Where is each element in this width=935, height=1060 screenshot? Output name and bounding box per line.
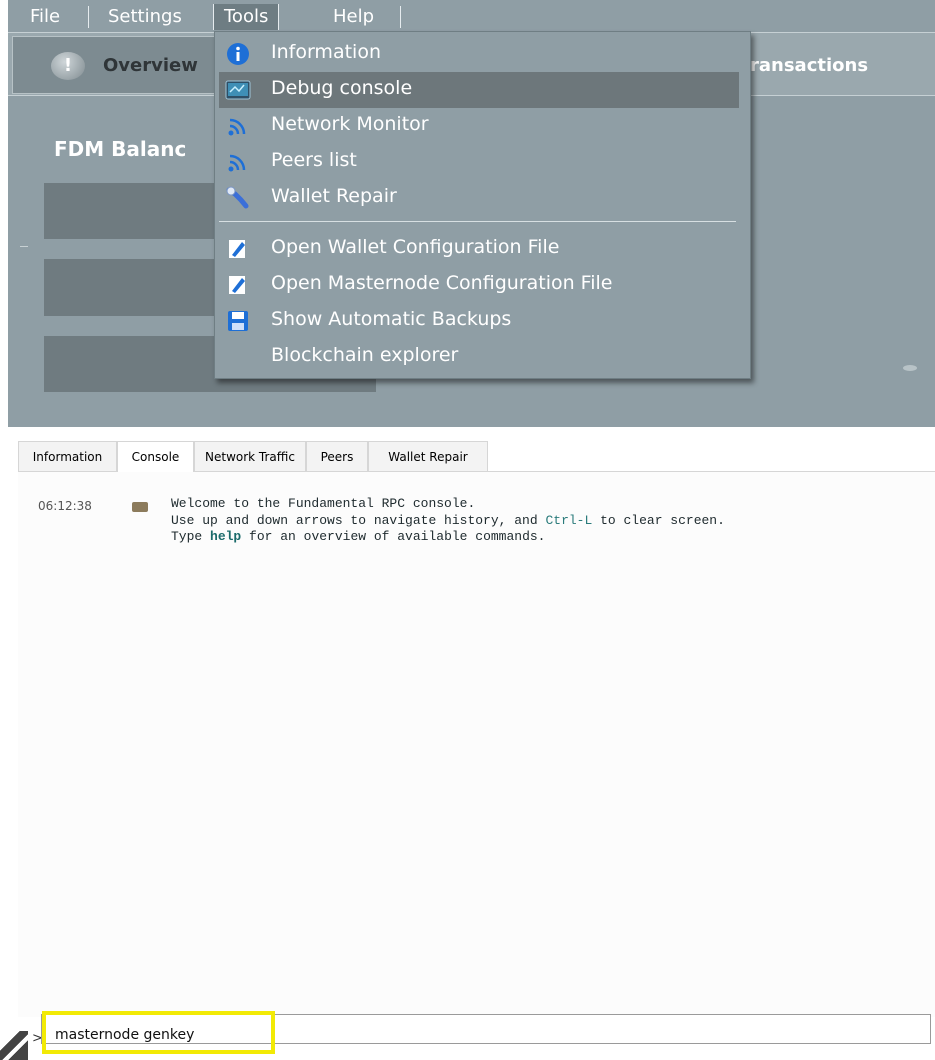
console-icon bbox=[225, 78, 251, 102]
menu-item-label: Show Automatic Backups bbox=[271, 308, 512, 330]
menu-item-label: Blockchain explorer bbox=[271, 344, 459, 366]
menu-item-label: Peers list bbox=[271, 149, 357, 171]
info-icon bbox=[225, 42, 251, 66]
console-keyword: help bbox=[210, 529, 242, 544]
console-line: to clear screen. bbox=[592, 512, 725, 528]
wifi-icon bbox=[225, 114, 251, 138]
menu-item-label: Open Masternode Configuration File bbox=[271, 272, 613, 294]
console-line: for an overview of available commands. bbox=[241, 529, 546, 544]
console-output: 06:12:38 Welcome to the Fundamental RPC … bbox=[18, 472, 935, 1017]
tab-console[interactable]: Console bbox=[117, 441, 194, 472]
console-line: Welcome to the Fundamental RPC console. bbox=[171, 496, 476, 511]
status-dot bbox=[903, 365, 917, 371]
tab-information[interactable]: Information bbox=[18, 441, 117, 471]
edit-file-icon bbox=[225, 237, 251, 261]
menu-tools[interactable]: Tools bbox=[213, 4, 280, 30]
divider bbox=[20, 246, 28, 247]
wifi-icon bbox=[225, 150, 251, 174]
menu-item-peers-list[interactable]: Peers list bbox=[219, 144, 739, 180]
tab-peers[interactable]: Peers bbox=[306, 441, 368, 471]
floppy-disk-icon bbox=[225, 309, 251, 333]
menu-item-label: Debug console bbox=[271, 77, 413, 99]
wrench-icon bbox=[225, 186, 251, 210]
menu-item-open-masternode-config[interactable]: Open Masternode Configuration File bbox=[219, 267, 739, 303]
message-timestamp: 06:12:38 bbox=[38, 499, 92, 513]
tools-dropdown-menu: Information Debug console Network Monito… bbox=[214, 31, 751, 379]
menu-separator bbox=[219, 221, 736, 222]
background-decoration bbox=[0, 1031, 28, 1060]
tab-overview-label: Overview bbox=[103, 55, 198, 76]
menu-divider bbox=[88, 6, 89, 28]
debug-console-window: Information Console Network Traffic Peer… bbox=[18, 441, 935, 1060]
console-line: Use up and down arrows to navigate histo… bbox=[171, 512, 546, 528]
menu-help[interactable]: Help bbox=[323, 4, 384, 30]
console-line: Type bbox=[171, 529, 211, 544]
overview-icon: ! bbox=[51, 52, 85, 80]
console-welcome-message: Welcome to the Fundamental RPC console. … bbox=[171, 496, 725, 546]
menu-item-wallet-repair[interactable]: Wallet Repair bbox=[219, 180, 739, 216]
menu-item-show-backups[interactable]: Show Automatic Backups bbox=[219, 303, 739, 339]
menu-item-label: Network Monitor bbox=[271, 113, 429, 135]
edit-file-icon bbox=[225, 273, 251, 297]
balance-title: FDM Balanc bbox=[54, 137, 187, 161]
highlight-box bbox=[42, 1011, 275, 1054]
menu-item-open-wallet-config[interactable]: Open Wallet Configuration File bbox=[219, 231, 739, 267]
tab-wallet-repair[interactable]: Wallet Repair bbox=[368, 441, 488, 471]
console-keyword: Ctrl-L bbox=[545, 512, 593, 528]
menu-settings[interactable]: Settings bbox=[98, 4, 192, 30]
menu-item-blockchain-explorer[interactable]: Blockchain explorer bbox=[219, 339, 739, 375]
menu-item-information[interactable]: Information bbox=[219, 36, 739, 72]
menu-item-label: Wallet Repair bbox=[271, 185, 397, 207]
menu-divider bbox=[400, 6, 401, 28]
menu-item-label: Open Wallet Configuration File bbox=[271, 236, 560, 258]
console-message-icon bbox=[132, 502, 148, 512]
menu-item-network-monitor[interactable]: Network Monitor bbox=[219, 108, 739, 144]
menu-bar: File Settings Tools Help bbox=[8, 0, 935, 30]
menu-file[interactable]: File bbox=[20, 4, 70, 30]
tab-transactions[interactable]: ransactions bbox=[750, 55, 868, 76]
console-tab-bar: Information Console Network Traffic Peer… bbox=[18, 441, 935, 472]
tab-network-traffic[interactable]: Network Traffic bbox=[194, 441, 306, 471]
tab-overview[interactable]: ! Overview bbox=[12, 36, 226, 94]
menu-item-label: Information bbox=[271, 41, 381, 63]
menu-item-debug-console[interactable]: Debug console bbox=[219, 72, 739, 108]
